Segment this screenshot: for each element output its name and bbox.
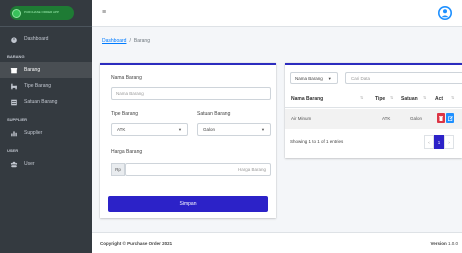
tipe-barang-value: ATK: [117, 127, 126, 132]
column-act: Act: [435, 96, 444, 102]
pagination-prev[interactable]: ‹: [424, 135, 434, 149]
sidebar-item-barang[interactable]: Barang: [0, 62, 92, 78]
sidebar-item-satuan-barang[interactable]: Satuan Barang: [0, 94, 92, 110]
dashboard-icon: [11, 36, 17, 43]
footer: Copyright © Purchase Order 2021 Version …: [92, 232, 462, 253]
version-value: 1.0.0: [447, 241, 458, 246]
sort-icon[interactable]: ⇅: [423, 95, 426, 100]
tipe-barang-label: Tipe Barang: [111, 111, 139, 117]
logo-text: PURCHASE ORDER APP: [24, 10, 60, 15]
sidebar-item-label: Satuan Barang: [24, 99, 58, 105]
nama-barang-label: Nama Barang: [111, 75, 142, 81]
delete-button[interactable]: [437, 113, 445, 123]
sidebar-item-label: Supplier: [24, 130, 43, 136]
breadcrumb-current: Barang: [133, 37, 150, 44]
chart-icon: [11, 130, 17, 136]
sidebar-item-supplier[interactable]: Supplier: [0, 125, 92, 141]
nama-barang-input[interactable]: Nama Barang: [111, 87, 271, 100]
truck-icon: [11, 83, 17, 89]
filter-value: Nama Barang: [295, 75, 323, 81]
cell-nama: Air Minum: [291, 116, 312, 121]
table-icon: [11, 99, 17, 105]
trash-icon: [439, 115, 443, 121]
sidebar-item-label: Dashboard: [24, 36, 49, 42]
table-row: Air Minum ATK Galon: [285, 109, 462, 129]
cell-satuan: Galon: [410, 116, 423, 121]
chevron-down-icon: ▼: [327, 75, 332, 81]
harga-barang-label: Harga Barang: [111, 149, 143, 155]
table-card: Nama Barang ▼ Cari Data Nama Barang ⇅ Ti…: [285, 63, 462, 158]
satuan-barang-value: Galon: [203, 127, 216, 132]
edit-button[interactable]: [446, 113, 454, 123]
search-input[interactable]: Cari Data: [345, 72, 462, 84]
sort-icon[interactable]: ⇅: [451, 95, 454, 100]
edit-icon: [447, 115, 453, 121]
cell-tipe: ATK: [382, 116, 391, 121]
hamburger-menu-icon[interactable]: ≡: [102, 9, 106, 16]
chevron-down-icon: ▼: [178, 127, 182, 132]
nav-header-user: USER: [7, 148, 19, 153]
chevron-down-icon: ▼: [261, 127, 265, 132]
sidebar-item-dashboard[interactable]: Dashboard: [0, 31, 92, 47]
sidebar: PURCHASE ORDER APP Dashboard BARANG Bara…: [0, 0, 92, 253]
sidebar-nav: Dashboard BARANG Barang Tipe Barang Satu…: [0, 31, 92, 172]
version-text: Version 1.0.0: [430, 241, 458, 246]
breadcrumb-separator: /: [129, 37, 131, 44]
sort-icon[interactable]: ⇅: [390, 95, 393, 100]
sidebar-item-user[interactable]: User: [0, 156, 92, 172]
sidebar-item-tipe-barang[interactable]: Tipe Barang: [0, 78, 92, 94]
breadcrumb-dashboard-link[interactable]: Dashboard: [102, 38, 126, 44]
sidebar-item-label: User: [24, 161, 35, 167]
copyright-text: Copyright © Purchase Order 2021: [100, 241, 173, 246]
top-navbar: ≡: [92, 0, 462, 27]
user-circle-icon[interactable]: [438, 5, 452, 21]
save-button[interactable]: Simpan: [108, 196, 268, 212]
box-icon: [10, 67, 18, 73]
version-label: Version: [430, 241, 447, 246]
users-icon: [10, 161, 18, 167]
satuan-barang-label: Satuan Barang: [197, 111, 231, 117]
satuan-barang-select[interactable]: Galon ▼: [197, 123, 271, 136]
currency-prefix: Rp: [111, 163, 125, 176]
main-content: ≡ Dashboard / Barang Nama Barang Nama Ba…: [92, 0, 462, 253]
sidebar-item-label: Tipe Barang: [24, 83, 52, 89]
harga-barang-input[interactable]: Harga Barang: [125, 163, 271, 176]
sidebar-item-label: Barang: [24, 67, 41, 73]
table-header: Nama Barang ⇅ Tipe ⇅ Satuan ⇅ Act ⇅: [285, 90, 462, 108]
nav-header-supplier: SUPPLIER: [7, 117, 28, 122]
filter-select[interactable]: Nama Barang ▼: [290, 72, 338, 84]
column-nama-barang[interactable]: Nama Barang: [291, 96, 323, 102]
column-tipe[interactable]: Tipe: [375, 96, 385, 102]
column-satuan[interactable]: Satuan: [401, 96, 418, 102]
app-logo[interactable]: PURCHASE ORDER APP: [10, 6, 74, 20]
tipe-barang-select[interactable]: ATK ▼: [111, 123, 188, 136]
pagination-next[interactable]: ›: [444, 135, 454, 149]
brand[interactable]: PURCHASE ORDER APP: [0, 0, 92, 27]
logo-emblem-icon: [12, 8, 21, 18]
breadcrumb: Dashboard / Barang: [92, 27, 462, 54]
sort-icon[interactable]: ⇅: [360, 95, 363, 100]
table-info: Showing 1 to 1 of 1 entries: [290, 139, 344, 144]
pagination-page-1[interactable]: 1: [434, 135, 444, 149]
nav-header-barang: BARANG: [7, 54, 25, 59]
form-card: Nama Barang Nama Barang Tipe Barang ATK …: [100, 63, 276, 218]
